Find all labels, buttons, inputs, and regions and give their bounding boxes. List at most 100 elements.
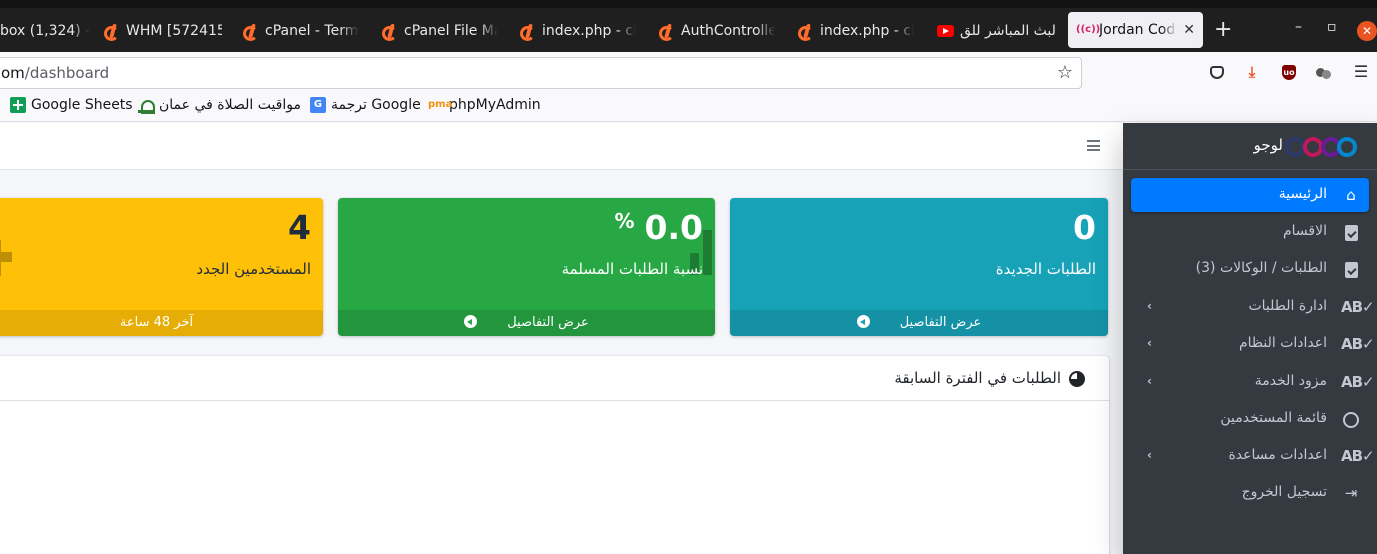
tab-label: box (1,324) - bbox=[0, 22, 90, 39]
sidebar-item-helper-settings[interactable]: ‹ AB✓ اعدادات مساعدة bbox=[1131, 439, 1375, 473]
address-bar[interactable]: om/dashboard ☆ bbox=[0, 57, 1082, 89]
tab-label: cPanel - Termi bbox=[265, 22, 359, 39]
top-navbar bbox=[0, 123, 1123, 170]
tab-index-php-2[interactable]: index.php - cP bbox=[798, 9, 914, 52]
card-title: الطلبات في الفترة السابقة bbox=[894, 369, 1061, 387]
bookmark-label: phpMyAdmin bbox=[449, 97, 541, 113]
tab-jordan-code[interactable]: ((c)) Jordan Code ✕ bbox=[1068, 12, 1203, 48]
minimize-button[interactable]: – bbox=[1295, 20, 1302, 34]
google-sheets-icon bbox=[10, 97, 26, 113]
tab-cpanel-file-manager[interactable]: cPanel File Ma bbox=[382, 9, 498, 52]
cpanel-icon bbox=[382, 24, 398, 41]
bookmark-prayer-times[interactable]: مواقيت الصلاة في عمان bbox=[138, 97, 301, 114]
stat-value-wrap: % 0.0 bbox=[614, 208, 703, 248]
phpmyadmin-icon: pma bbox=[428, 99, 453, 110]
brand-link[interactable]: لوجو bbox=[1123, 123, 1377, 170]
url-host: om bbox=[1, 64, 25, 82]
spell-check-icon: AB✓ bbox=[1341, 373, 1375, 391]
user-plus-icon bbox=[0, 240, 12, 276]
close-tab-icon[interactable]: ✕ bbox=[1183, 22, 1195, 38]
extension-icon[interactable] bbox=[1316, 66, 1332, 82]
stat-label: نسبة الطلبات المسلمة bbox=[561, 260, 703, 278]
close-window-button[interactable]: ✕ bbox=[1357, 21, 1377, 41]
bookmark-phpmyadmin[interactable]: pma phpMyAdmin bbox=[428, 97, 541, 113]
sidebar-item-label: تسجيل الخروج bbox=[1241, 484, 1327, 500]
youtube-icon bbox=[937, 24, 954, 37]
tab-label: index.php - cP bbox=[542, 22, 636, 39]
sidebar-item-sections[interactable]: الاقسام bbox=[1131, 215, 1369, 249]
stat-value: 4 bbox=[288, 208, 311, 247]
tab-auth-controller[interactable]: AuthControlle bbox=[659, 9, 775, 52]
tab-label: index.php - cP bbox=[820, 22, 914, 39]
arrow-circle-left-icon bbox=[464, 315, 478, 328]
home-icon: ⌂ bbox=[1346, 186, 1356, 204]
sidebar-item-label: اعدادات النظام bbox=[1238, 335, 1327, 351]
stat-footer-label: عرض التفاصيل bbox=[507, 315, 589, 330]
sign-out-icon: ⇥ bbox=[1344, 484, 1358, 502]
stat-value: 0 bbox=[1073, 208, 1096, 247]
dashboard-page: 0 الطلبات الجديدة عرض التفاصيل % 0.0 نسبة… bbox=[0, 123, 1377, 554]
bookmarks-bar: Google Sheets مواقيت الصلاة في عمان G تر… bbox=[0, 92, 1377, 122]
clipboard-check-icon bbox=[1341, 222, 1361, 242]
tab-youtube-live[interactable]: البث المباشر للق bbox=[937, 9, 1057, 52]
ublock-icon[interactable]: uo bbox=[1282, 65, 1296, 80]
bookmark-label: مواقيت الصلاة في عمان bbox=[159, 97, 301, 113]
bookmark-google-translate[interactable]: G ترجمة Google bbox=[310, 97, 421, 113]
stat-box-delivered-ratio: % 0.0 نسبة الطلبات المسلمة عرض التفاصيل bbox=[338, 198, 715, 336]
chevron-left-icon: ‹ bbox=[1147, 374, 1152, 388]
tab-whm[interactable]: WHM [572415 bbox=[104, 9, 222, 52]
main-sidebar: لوجو ⌂ الرئيسية الاقسام الطلبات / الوكال… bbox=[1123, 123, 1377, 554]
pie-chart-icon bbox=[1069, 371, 1085, 387]
spell-check-icon: AB✓ bbox=[1341, 447, 1375, 465]
tab-inbox[interactable]: box (1,324) - bbox=[0, 9, 90, 52]
google-translate-icon: G bbox=[310, 97, 326, 113]
sidebar-item-users-list[interactable]: قائمة المستخدمين bbox=[1131, 402, 1369, 436]
pocket-icon[interactable] bbox=[1210, 66, 1224, 79]
download-icon[interactable]: ⤓ bbox=[1242, 62, 1262, 82]
sidebar-item-order-management[interactable]: ‹ AB✓ ادارة الطلبات bbox=[1131, 290, 1375, 324]
sidebar-item-service-provider[interactable]: ‹ AB✓ مزود الخدمة bbox=[1131, 365, 1375, 399]
sidebar-item-logout[interactable]: ⇥ تسجيل الخروج bbox=[1131, 476, 1369, 510]
cpanel-icon bbox=[798, 24, 814, 41]
sidebar-item-home[interactable]: ⌂ الرئيسية bbox=[1131, 178, 1369, 212]
stat-unit: % bbox=[614, 209, 635, 233]
sidebar-item-label: الطلبات / الوكالات (3) bbox=[1195, 260, 1327, 276]
brand-text: لوجو bbox=[1253, 136, 1283, 154]
chevron-left-icon: ‹ bbox=[1147, 448, 1152, 462]
bookmark-label: Google Sheets bbox=[31, 97, 133, 113]
clipboard-check-icon bbox=[1341, 259, 1361, 279]
url-path: /dashboard bbox=[24, 64, 110, 82]
sidebar-item-orders-agencies[interactable]: الطلبات / الوكالات (3) bbox=[1131, 252, 1369, 286]
card-header: الطلبات في الفترة السابقة bbox=[0, 356, 1109, 401]
stat-footer-link[interactable]: عرض التفاصيل bbox=[730, 310, 1108, 336]
sidebar-item-label: قائمة المستخدمين bbox=[1220, 410, 1327, 426]
title-strip bbox=[0, 0, 1377, 8]
circle-icon bbox=[1341, 409, 1361, 429]
sidebar-item-label: الاقسام bbox=[1283, 223, 1327, 239]
stat-footer-link[interactable]: عرض التفاصيل bbox=[338, 310, 715, 336]
stat-value: 0.0 bbox=[644, 208, 703, 247]
stat-box-new-users: 4 المستخدمين الجدد آخر 48 ساعة bbox=[0, 198, 323, 336]
brand-logo bbox=[1285, 133, 1359, 161]
spell-check-icon: AB✓ bbox=[1341, 335, 1375, 353]
maximize-button[interactable]: ▫ bbox=[1327, 20, 1337, 34]
spell-check-icon: AB✓ bbox=[1341, 298, 1375, 316]
chevron-left-icon: ‹ bbox=[1147, 336, 1152, 350]
cpanel-icon bbox=[659, 24, 675, 41]
tab-label: WHM [572415 bbox=[126, 22, 222, 39]
bookmark-star-icon[interactable]: ☆ bbox=[1057, 58, 1073, 88]
bookmark-label: ترجمة Google bbox=[331, 97, 421, 113]
bookmark-google-sheets[interactable]: Google Sheets bbox=[10, 97, 133, 113]
browser-tab-bar: box (1,324) - WHM [572415 cPanel - Termi… bbox=[0, 0, 1377, 52]
stat-label: الطلبات الجديدة bbox=[995, 260, 1096, 278]
sidebar-toggle-icon[interactable] bbox=[1087, 140, 1100, 151]
orders-chart-card: الطلبات في الفترة السابقة bbox=[0, 356, 1109, 554]
sidebar-item-system-settings[interactable]: ‹ AB✓ اعدادات النظام bbox=[1131, 327, 1375, 361]
tab-label: AuthControlle bbox=[681, 22, 775, 39]
tab-index-php-1[interactable]: index.php - cP bbox=[520, 9, 636, 52]
new-tab-button[interactable]: + bbox=[1214, 19, 1232, 41]
stat-box-new-orders: 0 الطلبات الجديدة عرض التفاصيل bbox=[730, 198, 1108, 336]
tab-cpanel-terminal[interactable]: cPanel - Termi bbox=[243, 9, 359, 52]
app-menu-icon[interactable]: ☰ bbox=[1351, 62, 1371, 82]
stat-label: المستخدمين الجدد bbox=[196, 260, 311, 278]
